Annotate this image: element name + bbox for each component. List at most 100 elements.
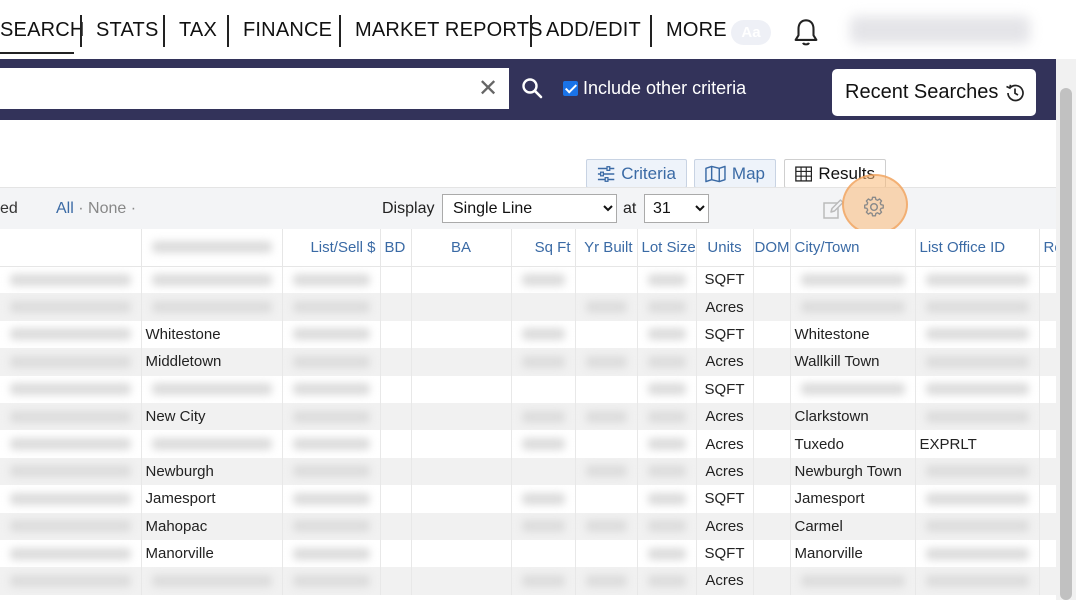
cell-area: Whitestone [141, 320, 283, 349]
column-header-city-town[interactable]: City/Town [790, 229, 916, 267]
cell-city-town [790, 567, 916, 595]
cell-yr-built [575, 402, 638, 431]
search-icon[interactable] [521, 77, 543, 99]
results-table: List/Sell $ BD BA Sq Ft Yr Built Lot Siz… [0, 229, 1056, 600]
cell-re [1039, 567, 1056, 595]
nav-finance[interactable]: FINANCE [243, 19, 332, 42]
table-row[interactable]: Jamesport SQFT Jamesport [0, 485, 1056, 513]
cell-sqft [511, 375, 576, 403]
nav-stats[interactable]: STATS [96, 19, 158, 42]
cell-area [141, 430, 283, 458]
cell-lot-size [637, 320, 697, 349]
cell-area: Mahopac [141, 512, 283, 540]
blurred-value [647, 465, 686, 478]
blurred-value [647, 547, 686, 560]
column-header-ba[interactable]: BA [411, 229, 512, 267]
gear-icon[interactable] [863, 196, 885, 218]
blurred-value [151, 438, 272, 451]
blurred-value [647, 355, 686, 368]
table-row[interactable]: Whitestone SQFT Whitestone [0, 320, 1056, 349]
cell-ba [411, 430, 512, 458]
font-size-toggle[interactable]: Aa [731, 20, 771, 45]
cell-dom [753, 485, 791, 513]
cell-sqft [511, 485, 576, 513]
nav-add-edit[interactable]: ADD/EDIT [546, 19, 641, 42]
column-header-list-sell[interactable]: List/Sell $ [282, 229, 381, 267]
blurred-value [10, 465, 131, 478]
nav-more[interactable]: MORE [666, 19, 727, 42]
column-header-bd[interactable]: BD [380, 229, 412, 267]
cell-ba [411, 567, 512, 595]
bell-icon[interactable] [792, 18, 820, 48]
scrollbar-thumb[interactable] [1060, 88, 1072, 600]
column-header-area[interactable] [141, 229, 283, 267]
include-checkbox[interactable] [563, 81, 578, 96]
cell-area: New City [141, 402, 283, 431]
top-nav: SEARCH STATS TAX FINANCE MARKET REPORTS … [0, 0, 1076, 59]
cell-units: Acres [696, 293, 754, 321]
table-row[interactable]: Manorville SQFT Manorville [0, 539, 1056, 568]
cell-units: SQFT [696, 485, 754, 513]
blurred-value [292, 273, 370, 286]
table-row[interactable]: Acres [0, 567, 1056, 595]
table-row[interactable]: SQFT [0, 266, 1056, 294]
display-select[interactable]: Single Line [442, 194, 617, 223]
table-row[interactable]: Acres Tuxedo EXPRLT [0, 430, 1056, 458]
select-all-link[interactable]: All [56, 200, 74, 217]
recent-searches-button[interactable]: Recent Searches [832, 69, 1036, 116]
column-header-re[interactable]: Re [1039, 229, 1056, 267]
nav-separator [163, 15, 165, 47]
cell-list-sell [282, 402, 381, 431]
table-row[interactable]: Acres [0, 293, 1056, 321]
include-other-criteria[interactable]: Include other criteria [563, 78, 746, 99]
separator-dot: · [78, 200, 84, 217]
nav-market-reports[interactable]: MARKET REPORTS [355, 19, 543, 42]
map-tab[interactable]: Map [694, 159, 776, 188]
table-row[interactable]: Middletown Acres Wallkill Town [0, 348, 1056, 376]
column-header-dom[interactable]: DOM [753, 229, 791, 267]
blurred-value [585, 301, 627, 314]
cell-lot-size [637, 266, 697, 294]
cell-lot-size [637, 539, 697, 568]
column-header-list-office-id[interactable]: List Office ID [915, 229, 1040, 267]
cell-ba [411, 266, 512, 294]
cell-list-office-id [915, 457, 1040, 486]
cell-dom [753, 567, 791, 595]
column-header-sqft[interactable]: Sq Ft [511, 229, 576, 267]
clear-search-icon[interactable]: ✕ [478, 75, 498, 103]
column-header-address[interactable] [0, 229, 142, 267]
cell-re [1039, 266, 1056, 294]
cell-list-office-id [915, 402, 1040, 431]
cell-yr-built [575, 375, 638, 403]
nav-tax[interactable]: TAX [179, 19, 217, 42]
criteria-tab[interactable]: Criteria [586, 159, 687, 188]
column-header-yr-built[interactable]: Yr Built [575, 229, 638, 267]
display-label: Display [382, 200, 435, 217]
search-input[interactable] [0, 68, 509, 109]
cell-address [0, 567, 142, 595]
cell-area: Jamesport [141, 485, 283, 513]
cell-list-sell [282, 485, 381, 513]
cell-re [1039, 512, 1056, 540]
user-menu-blurred[interactable] [850, 16, 1030, 44]
table-row[interactable]: SQFT [0, 375, 1056, 403]
column-header-lot-size[interactable]: Lot Size [637, 229, 697, 267]
blurred-value [800, 273, 905, 286]
select-none-link[interactable]: None [88, 200, 126, 217]
cell-yr-built [575, 485, 638, 513]
table-row[interactable]: Newburgh Acres Newburgh Town [0, 457, 1056, 486]
criteria-label: Criteria [621, 163, 676, 183]
cell-city-town: Manorville [790, 539, 916, 568]
blurred-value [292, 547, 370, 560]
table-row[interactable]: Mahopac Acres Carmel [0, 512, 1056, 540]
table-row[interactable]: New City Acres Clarkstown [0, 402, 1056, 431]
cell-sqft [511, 402, 576, 431]
cell-city-town [790, 266, 916, 294]
cell-sqft [511, 266, 576, 294]
rows-per-page-select[interactable]: 31 [644, 194, 709, 223]
column-header-units[interactable]: Units [696, 229, 754, 267]
cell-ba [411, 320, 512, 349]
edit-icon[interactable] [822, 198, 844, 220]
nav-search[interactable]: SEARCH [0, 19, 85, 42]
blurred-value [585, 355, 627, 368]
